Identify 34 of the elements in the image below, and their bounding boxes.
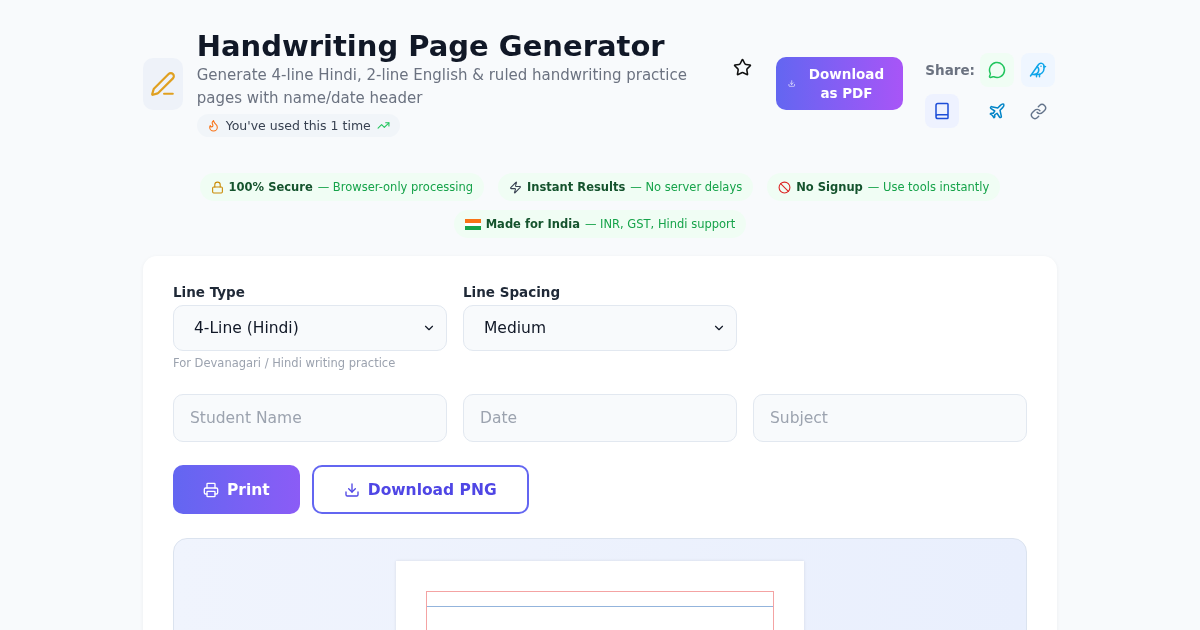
usage-text: You've used this 1 time xyxy=(225,118,371,133)
field-label: Line Spacing xyxy=(463,284,562,300)
badge-detail: — No server delays xyxy=(630,180,743,194)
download-icon xyxy=(788,78,796,89)
badge-title: No Signup xyxy=(796,180,863,194)
download-icon xyxy=(343,481,360,498)
badge-detail: — INR, GST, Hindi support xyxy=(584,217,736,231)
badge-title: Made for India xyxy=(485,217,580,231)
line-type-select[interactable]: 4-Line (Hindi) xyxy=(173,305,447,351)
lock-icon xyxy=(210,180,224,194)
badge-title: Instant Results xyxy=(527,180,626,194)
trend-up-icon xyxy=(376,119,390,132)
bird-icon[interactable] xyxy=(1021,53,1055,87)
field-label: Line Type xyxy=(173,284,246,300)
badge-title: 100% Secure xyxy=(228,180,313,194)
printer-icon xyxy=(203,481,219,498)
input-field[interactable]: Student Name xyxy=(173,394,447,442)
lightning-icon xyxy=(509,180,523,194)
print-button[interactable]: Print xyxy=(173,465,300,514)
download-pdf-button[interactable]: Download as PDF xyxy=(776,57,904,110)
share-label: Share: xyxy=(925,62,975,78)
book-icon[interactable] xyxy=(925,94,960,128)
badge-detail: — Browser-only processing xyxy=(317,180,474,194)
line-spacing-select[interactable]: Medium xyxy=(463,305,737,351)
prohibited-icon xyxy=(778,180,792,194)
input-field[interactable]: Date xyxy=(463,394,737,442)
badge-detail: — Use tools instantly xyxy=(867,180,990,194)
page-title: Handwriting Page Generator xyxy=(196,28,665,64)
download-png-button[interactable]: Download PNG xyxy=(311,465,529,514)
field-hint: For Devanagari / Hindi writing practice xyxy=(173,356,397,370)
flag-icon xyxy=(464,218,481,230)
input-field[interactable]: Subject xyxy=(753,394,1027,442)
page-subtitle: Generate 4-line Hindi, 2-line English & ruled handwriting practice pages with name/date header xyxy=(196,65,688,109)
flame-icon xyxy=(206,119,220,132)
